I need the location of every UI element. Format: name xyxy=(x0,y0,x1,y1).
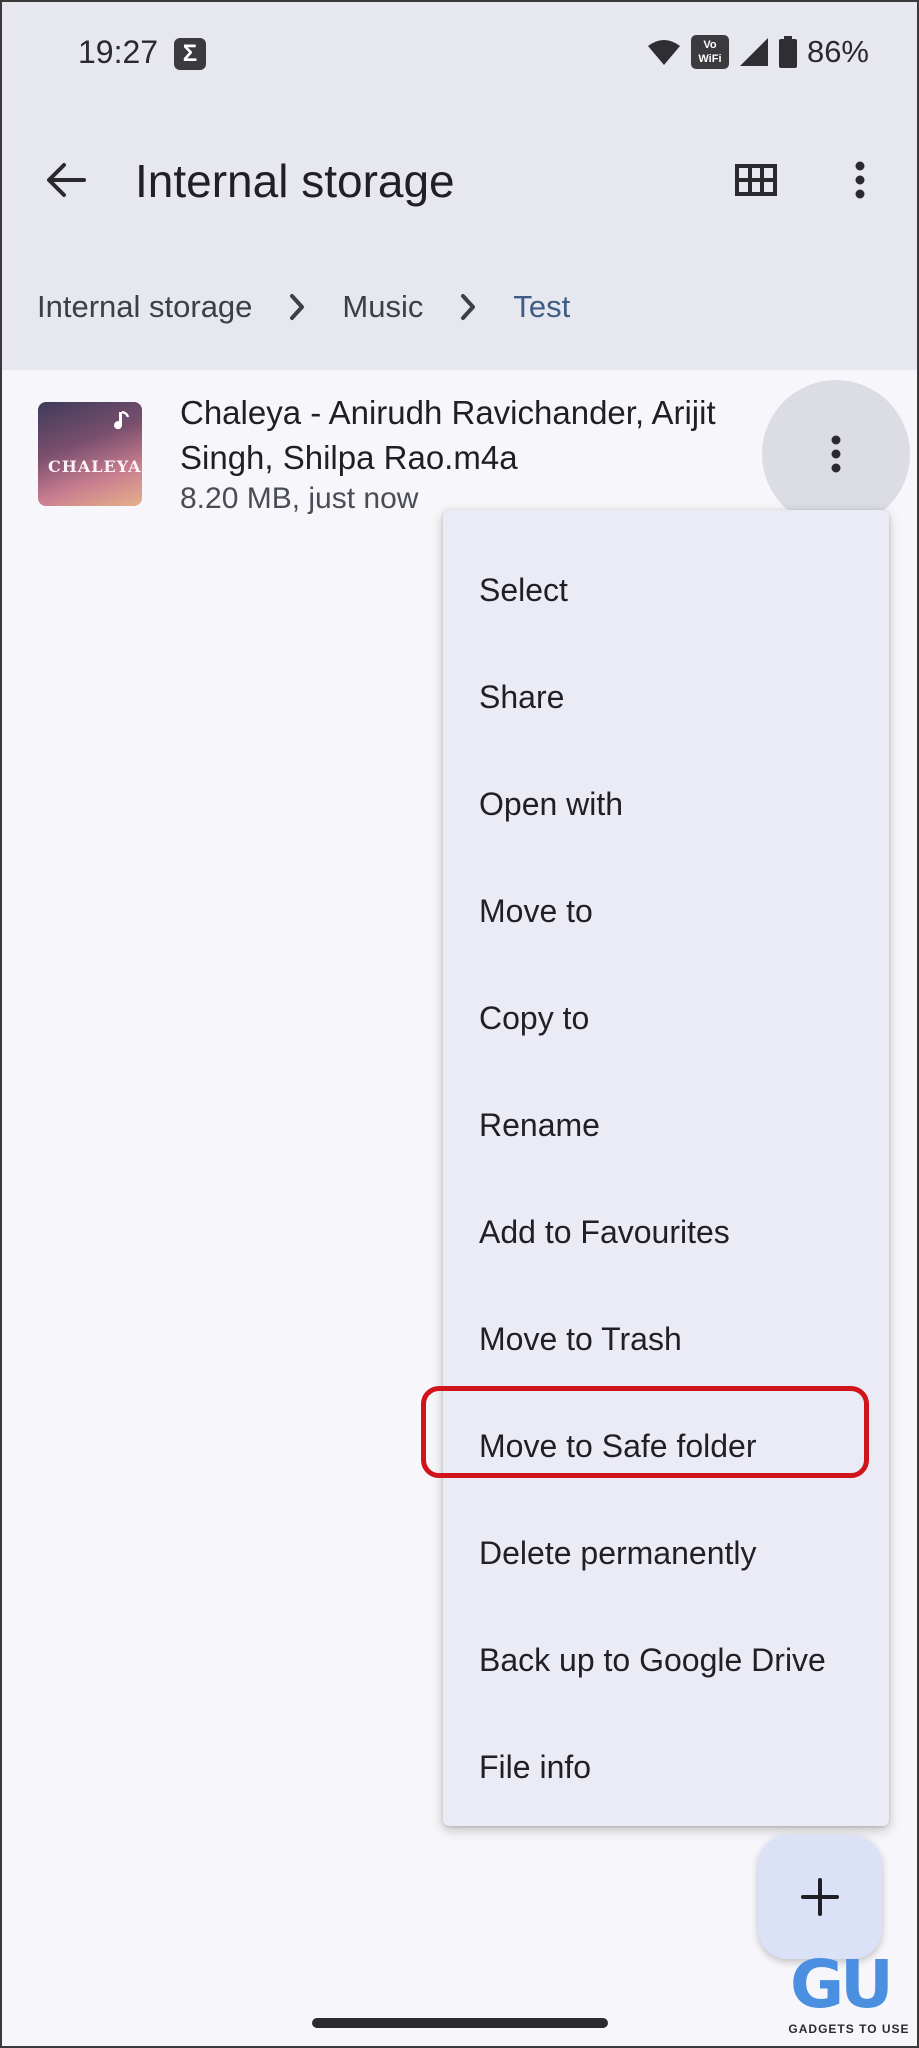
menu-item-move-to-trash[interactable]: Move to Trash xyxy=(443,1286,889,1393)
chevron-right-icon xyxy=(272,287,322,327)
back-arrow-icon xyxy=(47,163,86,197)
menu-item-add-to-favourites[interactable]: Add to Favourites xyxy=(443,1179,889,1286)
music-note-icon xyxy=(114,410,130,430)
plus-icon xyxy=(801,1878,839,1916)
status-icons: Vo WiFi 86% xyxy=(647,34,869,70)
file-list-item[interactable]: CHALEYA Chaleya - Anirudh Ravichander, A… xyxy=(0,372,919,532)
menu-item-open-with[interactable]: Open with xyxy=(443,751,889,858)
gadgets-to-use-logo: GU GADGETS TO USE xyxy=(786,1950,912,2046)
grid-view-button[interactable] xyxy=(726,152,786,208)
menu-item-delete-permanently[interactable]: Delete permanently xyxy=(443,1500,889,1607)
add-fab-button[interactable] xyxy=(758,1835,882,1959)
more-options-button[interactable] xyxy=(836,152,884,208)
chevron-right-icon xyxy=(443,287,493,327)
menu-item-move-to[interactable]: Move to xyxy=(443,858,889,965)
back-button[interactable] xyxy=(38,152,94,208)
wifi-icon xyxy=(647,40,680,65)
more-vert-icon xyxy=(855,161,865,199)
grid-view-icon xyxy=(735,164,777,196)
watermark-text: GADGETS TO USE xyxy=(788,2022,910,2036)
page-title: Internal storage xyxy=(135,155,455,207)
battery-icon xyxy=(778,36,797,68)
status-time: 19:27 xyxy=(78,34,159,70)
menu-item-select[interactable]: Select xyxy=(443,537,889,644)
thumbnail-title: CHALEYA xyxy=(48,457,142,476)
album-art-thumbnail: CHALEYA xyxy=(38,402,142,506)
breadcrumb-test[interactable]: Test xyxy=(513,289,570,325)
sigma-notification-icon: Σ xyxy=(174,38,206,70)
menu-item-back-up-to-google-drive[interactable]: Back up to Google Drive xyxy=(443,1607,889,1714)
annotation-highlight-box xyxy=(421,1386,869,1478)
breadcrumb: Internal storage Music Test xyxy=(0,272,919,342)
context-menu: Select Share Open with Move to Copy to R… xyxy=(443,510,889,1826)
breadcrumb-music[interactable]: Music xyxy=(342,289,423,325)
menu-item-file-info[interactable]: File info xyxy=(443,1714,889,1821)
battery-percent: 86% xyxy=(806,34,869,69)
menu-item-rename[interactable]: Rename xyxy=(443,1072,889,1179)
file-meta: 8.20 MB, just now xyxy=(180,482,419,515)
breadcrumb-internal-storage[interactable]: Internal storage xyxy=(37,289,252,325)
file-name: Chaleya - Anirudh Ravichander, Arijit Si… xyxy=(180,394,716,476)
cell-signal-icon xyxy=(739,38,768,66)
vowifi-icon: Vo WiFi xyxy=(690,35,729,69)
top-region: 19:27 Σ Vo WiFi 86% Internal storage Int… xyxy=(0,0,919,370)
gesture-home-bar[interactable] xyxy=(312,2018,608,2028)
more-vert-icon xyxy=(831,435,841,473)
file-more-button[interactable] xyxy=(762,380,910,528)
menu-item-share[interactable]: Share xyxy=(443,644,889,751)
status-bar: 19:27 Σ Vo WiFi 86% xyxy=(0,0,919,112)
watermark-logo: GU xyxy=(790,1946,894,2023)
menu-item-copy-to[interactable]: Copy to xyxy=(443,965,889,1072)
app-bar: Internal storage xyxy=(0,112,919,246)
